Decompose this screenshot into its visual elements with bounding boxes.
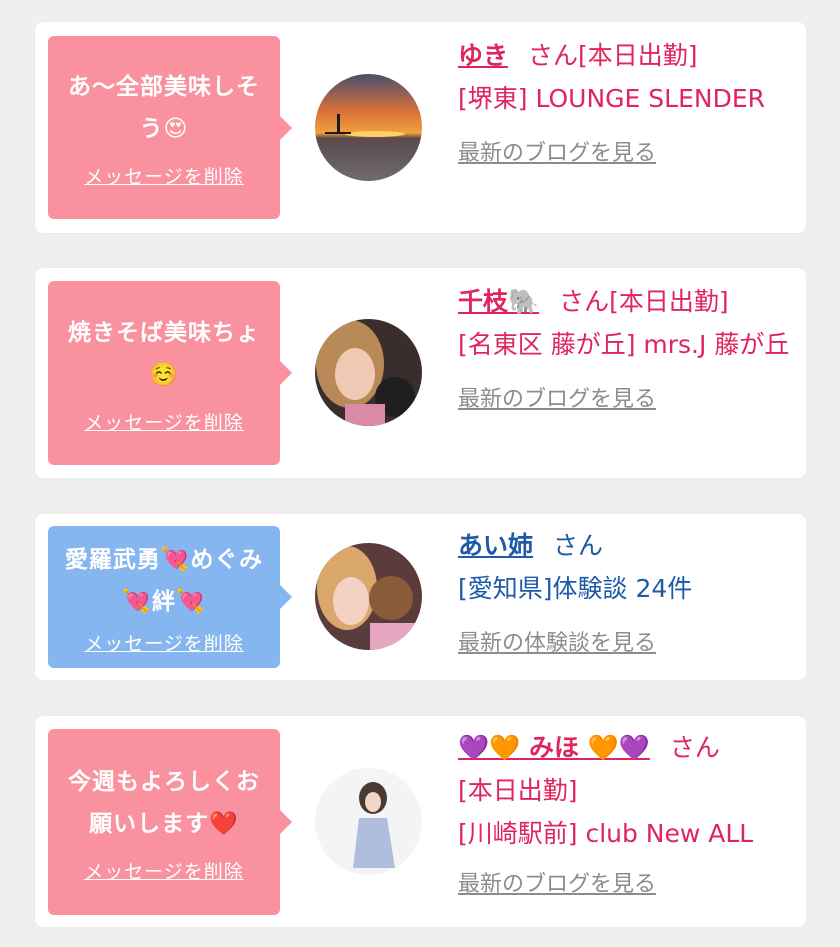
shop-detail: [名東区 藤が丘] mrs.J 藤が丘 [458, 330, 790, 359]
couple-photo-icon [315, 543, 422, 650]
view-latest-link[interactable]: 最新のブログを見る [458, 135, 798, 167]
message-text: 焼きそば美味ちょ☺️ [68, 319, 260, 388]
woman-photo-icon [315, 768, 422, 875]
view-latest-link[interactable]: 最新のブログを見る [458, 381, 798, 413]
sunset-photo-icon [315, 74, 422, 181]
honorific-status: さん[本日出勤] [559, 287, 729, 316]
message-text: 愛羅武勇💘めぐみ💘絆💘 [64, 546, 264, 615]
user-name-link[interactable]: ゆき [458, 41, 508, 70]
view-latest-link[interactable]: 最新の体験談を見る [458, 625, 798, 657]
message-list: あ〜全部美味しそう😍 メッセージを削除 ゆき さん[本日出勤] [堺東] LOU… [0, 0, 840, 947]
user-name-link[interactable]: 千枝🐘 [458, 287, 539, 316]
avatar[interactable] [315, 74, 422, 181]
message-card: 今週もよろしくお願いします❤️ メッセージを削除 💜🧡 みほ 🧡💜 さん [本日出… [35, 716, 806, 927]
user-info: 千枝🐘 さん[本日出勤] [名東区 藤が丘] mrs.J 藤が丘 最新のブログを見… [458, 280, 798, 413]
shop-detail: [堺東] LOUNGE SLENDER [458, 84, 765, 113]
honorific-status: さん[本日出勤] [528, 41, 698, 70]
honorific: さん [669, 733, 720, 762]
avatar[interactable] [315, 768, 422, 875]
honorific-status: さん [553, 531, 604, 560]
shop-detail: [愛知県]体験談 24件 [458, 574, 693, 603]
message-card: あ〜全部美味しそう😍 メッセージを削除 ゆき さん[本日出勤] [堺東] LOU… [35, 22, 806, 233]
message-text: あ〜全部美味しそう😍 [68, 74, 260, 142]
message-card: 焼きそば美味ちょ☺️ メッセージを削除 千枝🐘 さん[本日出勤] [名東区 藤が丘… [35, 268, 806, 478]
user-info: 💜🧡 みほ 🧡💜 さん [本日出勤] [川崎駅前] club New ALL 最新… [458, 726, 798, 898]
delete-message-link[interactable]: メッセージを削除 [84, 857, 244, 884]
message-bubble: あ〜全部美味しそう😍 メッセージを削除 [48, 36, 292, 219]
user-info: あい姉 さん [愛知県]体験談 24件 最新の体験談を見る [458, 524, 798, 657]
avatar[interactable] [315, 543, 422, 650]
avatar[interactable] [315, 319, 422, 426]
delete-message-link[interactable]: メッセージを削除 [84, 408, 244, 435]
user-info: ゆき さん[本日出勤] [堺東] LOUNGE SLENDER 最新のブログを見る [458, 34, 798, 167]
message-bubble: 愛羅武勇💘めぐみ💘絆💘 メッセージを削除 [48, 526, 292, 668]
delete-message-link[interactable]: メッセージを削除 [84, 162, 244, 189]
view-latest-link[interactable]: 最新のブログを見る [458, 866, 798, 898]
shop-detail: [川崎駅前] club New ALL [458, 819, 754, 848]
message-bubble: 焼きそば美味ちょ☺️ メッセージを削除 [48, 281, 292, 465]
message-text: 今週もよろしくお願いします❤️ [68, 768, 260, 837]
message-bubble: 今週もよろしくお願いします❤️ メッセージを削除 [48, 729, 292, 915]
user-name-link[interactable]: あい姉 [458, 531, 533, 560]
status-text: [本日出勤] [458, 776, 578, 805]
delete-message-link[interactable]: メッセージを削除 [84, 629, 244, 656]
message-card: 愛羅武勇💘めぐみ💘絆💘 メッセージを削除 あい姉 さん [愛知県]体験談 24件 … [35, 514, 806, 680]
selfie-photo-icon [315, 319, 422, 426]
user-name-link[interactable]: 💜🧡 みほ 🧡💜 [458, 733, 650, 762]
